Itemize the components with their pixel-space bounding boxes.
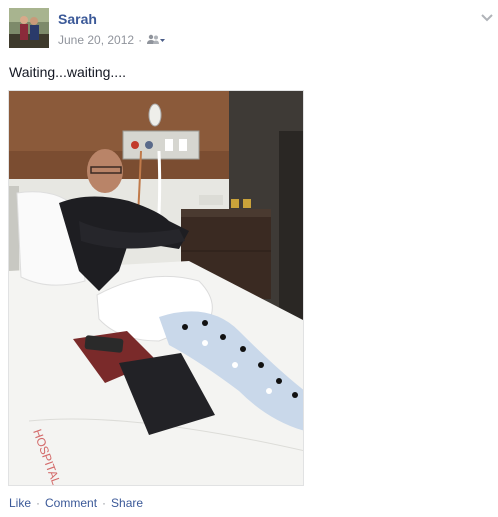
action-separator: · xyxy=(36,496,41,510)
hospital-bed-photo: HOSPITAL xyxy=(9,91,303,485)
avatar-image xyxy=(9,8,49,48)
post-photo[interactable]: HOSPITAL xyxy=(8,90,304,486)
like-link[interactable]: Like xyxy=(9,496,31,510)
share-link[interactable]: Share xyxy=(111,496,143,510)
friends-icon xyxy=(147,34,166,44)
post-date-link[interactable]: June 20, 2012 xyxy=(58,33,134,47)
audience-selector[interactable] xyxy=(146,34,166,46)
post-options-chevron-icon[interactable] xyxy=(480,10,494,22)
post-actions: Like · Comment · Share xyxy=(9,496,143,510)
author-avatar[interactable] xyxy=(9,8,49,48)
status-text: Waiting...waiting.... xyxy=(9,64,126,80)
post-meta: June 20, 2012 · xyxy=(58,33,166,47)
meta-separator: · xyxy=(138,33,143,47)
comment-link[interactable]: Comment xyxy=(45,496,97,510)
news-feed-post: Sarah June 20, 2012 · Waiting...waiting.… xyxy=(0,0,498,517)
author-name-link[interactable]: Sarah xyxy=(58,11,97,27)
action-separator: · xyxy=(102,496,107,510)
